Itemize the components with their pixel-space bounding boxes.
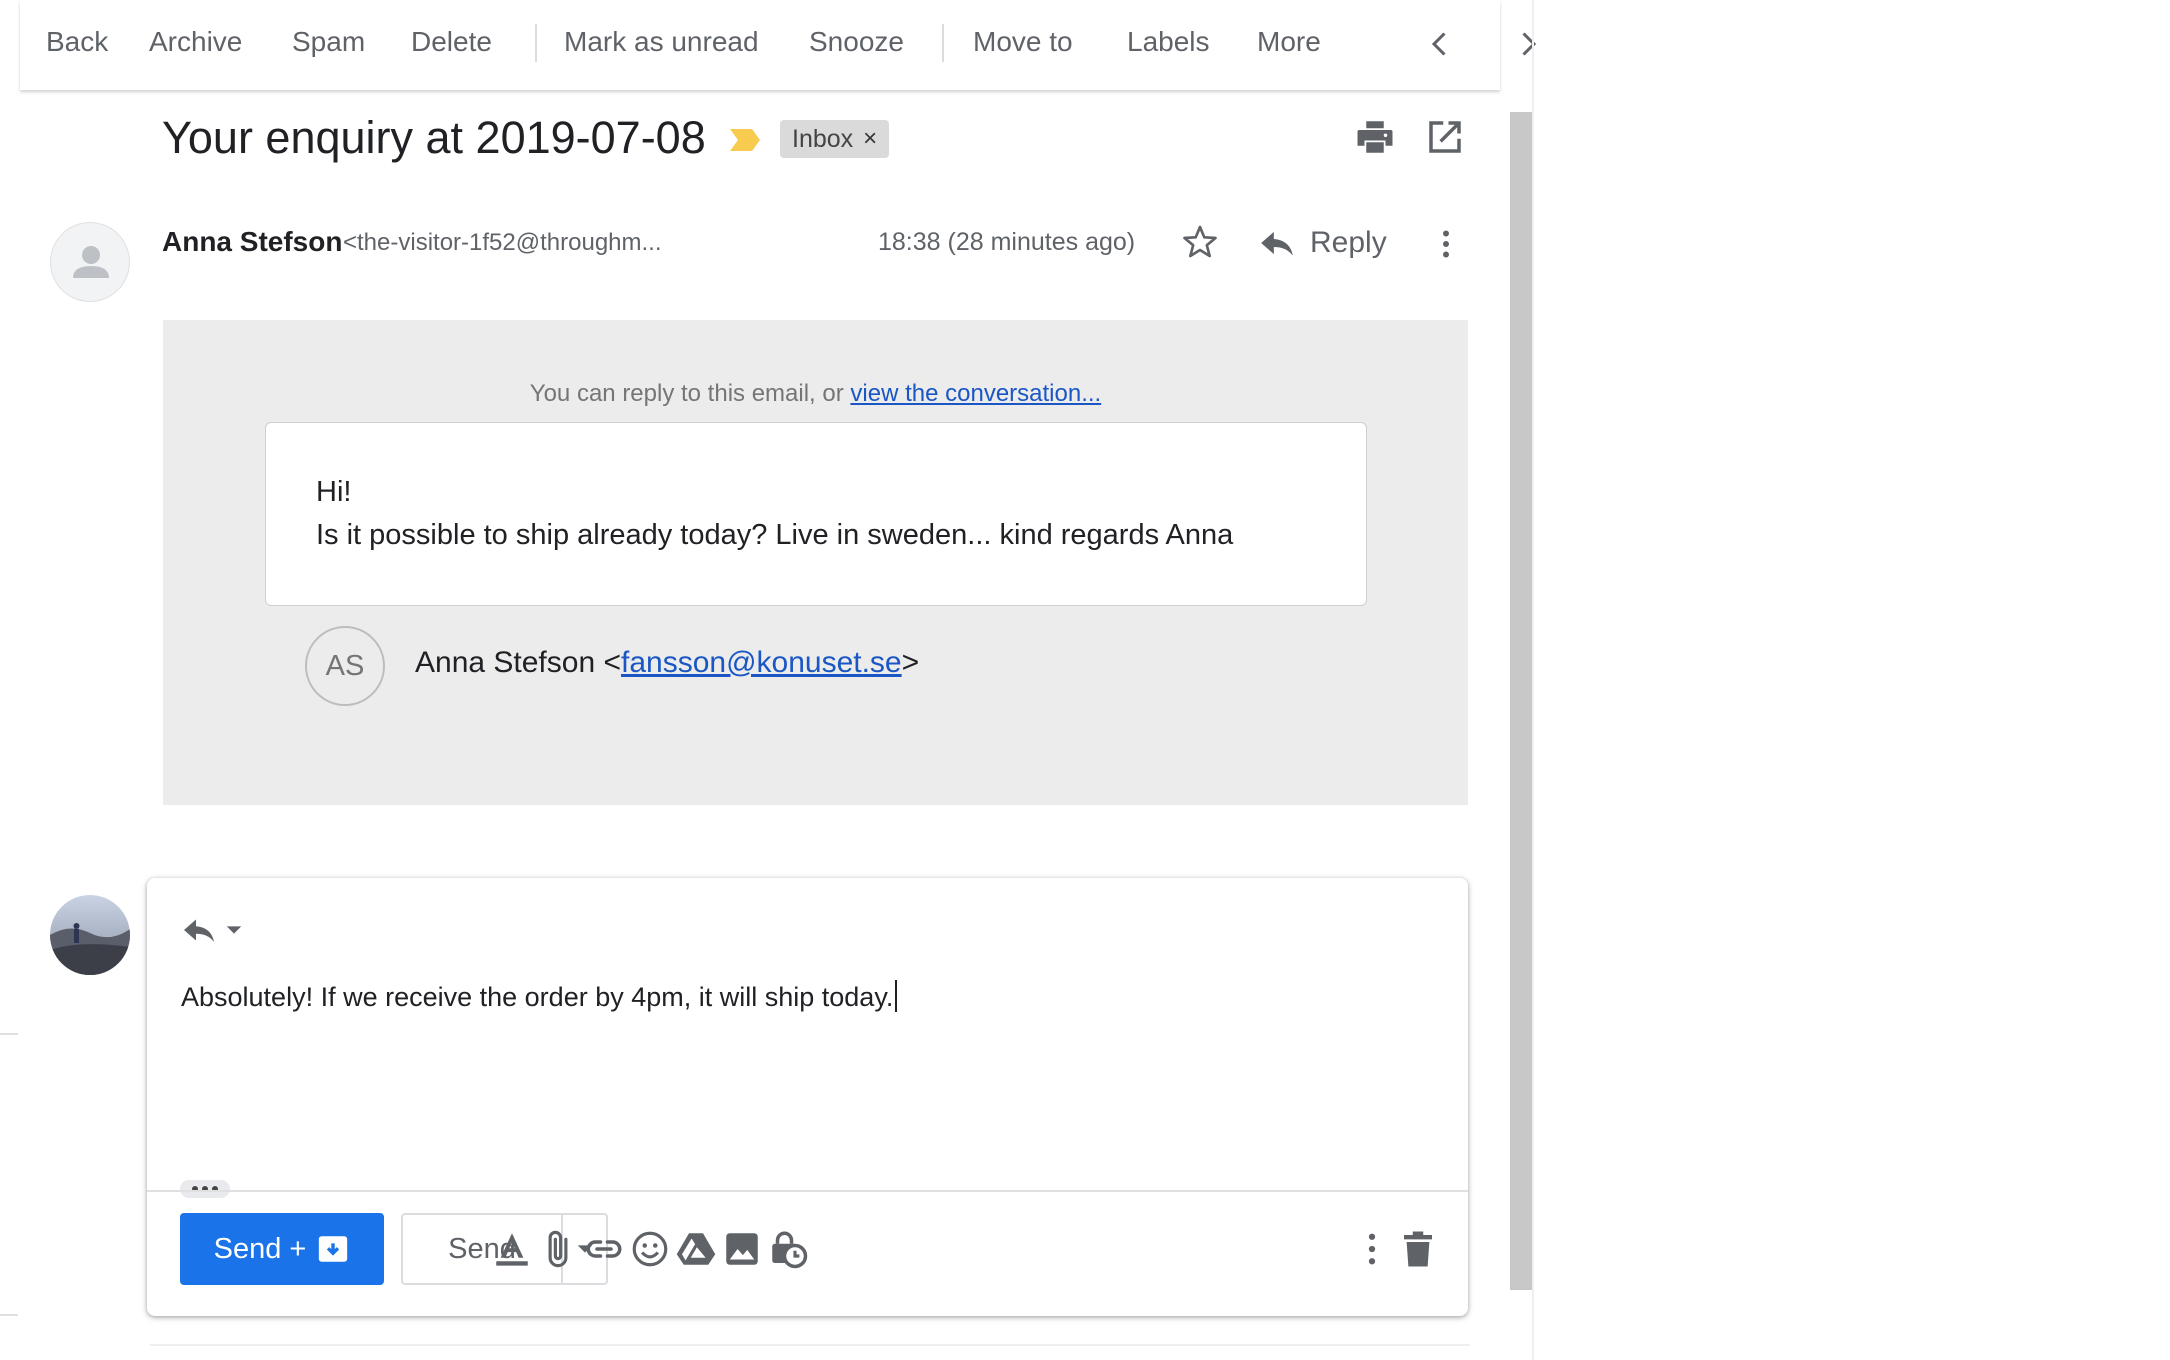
- message-card: Hi! Is it possible to ship already today…: [265, 422, 1367, 606]
- delete-button[interactable]: Delete: [411, 26, 492, 58]
- send-and-archive-button[interactable]: Send +: [180, 1213, 384, 1285]
- spam-button[interactable]: Spam: [292, 26, 365, 58]
- pane-divider: [1532, 0, 1534, 1360]
- send-and-archive-label: Send +: [213, 1232, 307, 1265]
- message-time: 18:38 (28 minutes ago): [878, 228, 1136, 256]
- chevron-right-icon[interactable]: [1510, 26, 1546, 62]
- move-to-button[interactable]: Move to: [973, 26, 1073, 58]
- view-conversation-link[interactable]: view the conversation...: [850, 380, 1101, 407]
- archive-button[interactable]: Archive: [149, 26, 242, 58]
- reply-button[interactable]: Reply: [1258, 224, 1387, 262]
- reply-type-selector[interactable]: [181, 912, 243, 948]
- importance-marker-icon[interactable]: [728, 126, 762, 154]
- action-toolbar: Back Archive Spam Delete Mark as unread …: [20, 0, 1537, 90]
- email-subject: Your enquiry at 2019-07-08: [162, 112, 706, 163]
- bottom-divider: [150, 1344, 1470, 1346]
- reply-icon: [184, 919, 214, 942]
- reply-note-text: You can reply to this email, or: [529, 380, 844, 407]
- more-options-icon[interactable]: [1351, 1228, 1393, 1270]
- toolbar-divider: [942, 24, 944, 62]
- discard-draft-icon[interactable]: [1397, 1228, 1439, 1270]
- signature-text: Anna Stefson <fansson@konuset.se>: [415, 646, 919, 680]
- email-body: You can reply to this email, or view the…: [163, 320, 1468, 805]
- caret-down-icon: [226, 926, 242, 934]
- reply-icon: [1261, 231, 1293, 256]
- reply-body-input[interactable]: Absolutely! If we receive the order by 4…: [181, 980, 898, 1013]
- sender-email: <the-visitor-1f52@throughm...: [343, 229, 662, 256]
- google-drive-icon[interactable]: [675, 1228, 717, 1270]
- formatting-options-icon[interactable]: [491, 1228, 533, 1270]
- toolbar-divider: [535, 24, 537, 62]
- reply-composer: Absolutely! If we receive the order by 4…: [147, 878, 1468, 1316]
- user-photo-icon: [50, 895, 130, 975]
- open-in-new-window-icon[interactable]: [1424, 116, 1466, 158]
- sender-name: Anna Stefson: [162, 226, 343, 257]
- signature-name: Anna Stefson <: [415, 646, 621, 679]
- message-line-1: Hi!: [316, 476, 352, 508]
- text-cursor: [895, 980, 898, 1012]
- back-button[interactable]: Back: [46, 26, 108, 58]
- labels-button[interactable]: Labels: [1127, 26, 1210, 58]
- default-person-icon: [73, 246, 109, 278]
- sender-avatar: [50, 222, 130, 302]
- insert-emoji-icon[interactable]: [629, 1228, 671, 1270]
- mark-as-unread-button[interactable]: Mark as unread: [564, 26, 759, 58]
- star-icon[interactable]: [1180, 222, 1220, 262]
- reply-label: Reply: [1310, 226, 1387, 259]
- reply-body-text: Absolutely! If we receive the order by 4…: [181, 982, 894, 1012]
- message-line-2: Is it possible to ship already today? Li…: [316, 519, 1234, 551]
- scrollbar[interactable]: [1510, 112, 1532, 1290]
- show-trimmed-content-button[interactable]: [180, 1180, 230, 1198]
- insert-link-icon[interactable]: [583, 1228, 625, 1270]
- edge-divider: [0, 1314, 18, 1316]
- user-avatar[interactable]: [50, 895, 130, 975]
- snooze-button[interactable]: Snooze: [809, 26, 904, 58]
- signature-email-link[interactable]: fansson@konuset.se: [621, 646, 902, 679]
- attach-file-icon[interactable]: [537, 1228, 579, 1270]
- print-icon[interactable]: [1354, 116, 1396, 158]
- inbox-label-chip: Inbox ×: [780, 120, 890, 158]
- more-button[interactable]: More: [1257, 26, 1321, 58]
- more-options-icon[interactable]: [1428, 226, 1464, 262]
- edge-divider: [0, 1033, 18, 1035]
- reply-note: You can reply to this email, or view the…: [163, 380, 1468, 408]
- insert-photo-icon[interactable]: [721, 1228, 763, 1270]
- confidential-mode-icon[interactable]: [767, 1228, 809, 1270]
- archive-icon: [319, 1236, 348, 1262]
- label-chip-text: Inbox: [792, 124, 854, 153]
- signature-suffix: >: [901, 646, 920, 679]
- compose-divider: [147, 1190, 1468, 1192]
- signature-avatar: AS: [305, 626, 385, 706]
- chevron-left-icon[interactable]: [1422, 26, 1458, 62]
- remove-label-icon[interactable]: ×: [863, 125, 877, 153]
